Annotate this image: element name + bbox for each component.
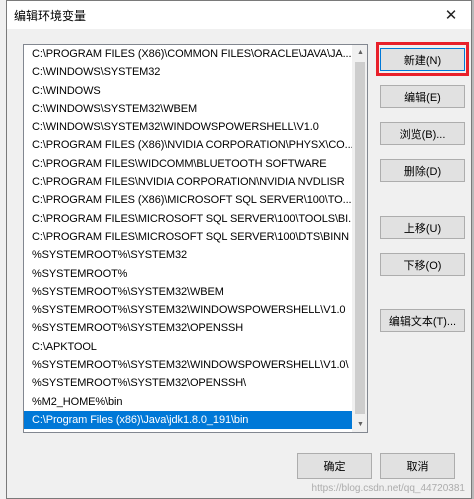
path-list[interactable]: C:\PROGRAM FILES (X86)\COMMON FILES\ORAC…	[23, 44, 368, 433]
path-list-items: C:\PROGRAM FILES (X86)\COMMON FILES\ORAC…	[24, 45, 353, 430]
edit-button[interactable]: 编辑(E)	[380, 85, 465, 108]
path-list-item[interactable]: C:\WINDOWS\SYSTEM32\WBEM	[24, 100, 353, 118]
dialog-title: 编辑环境变量	[14, 8, 87, 23]
scroll-down-icon[interactable]: ▼	[353, 417, 367, 432]
delete-button[interactable]: 删除(D)	[380, 159, 465, 182]
scroll-thumb[interactable]	[355, 62, 365, 414]
move-down-button[interactable]: 下移(O)	[380, 253, 465, 276]
cancel-button[interactable]: 取消	[380, 453, 455, 479]
path-list-item[interactable]: C:\PROGRAM FILES\MICROSOFT SQL SERVER\10…	[24, 210, 353, 228]
path-list-item[interactable]: %M2_HOME%\bin	[24, 393, 353, 411]
title-bar[interactable]: 编辑环境变量 ✕	[7, 1, 471, 29]
browse-button[interactable]: 浏览(B)...	[380, 122, 465, 145]
path-list-item[interactable]: %SYSTEMROOT%\SYSTEM32\WINDOWSPOWERSHELL\…	[24, 301, 353, 319]
edit-environment-variable-dialog: 编辑环境变量 ✕ C:\PROGRAM FILES (X86)\COMMON F…	[6, 0, 472, 499]
path-list-item[interactable]: %SYSTEMROOT%\SYSTEM32	[24, 246, 353, 264]
ok-button[interactable]: 确定	[297, 453, 372, 479]
path-list-item[interactable]: C:\PROGRAM FILES (X86)\NVIDIA CORPORATIO…	[24, 136, 353, 154]
move-up-button[interactable]: 上移(U)	[380, 216, 465, 239]
vertical-scrollbar[interactable]: ▲ ▼	[352, 45, 367, 432]
edit-text-button[interactable]: 编辑文本(T)...	[380, 309, 465, 332]
path-list-item[interactable]: C:\PROGRAM FILES\WIDCOMM\BLUETOOTH SOFTW…	[24, 155, 353, 173]
watermark: https://blog.csdn.net/qq_44720381	[311, 483, 465, 494]
path-list-item[interactable]: C:\WINDOWS\SYSTEM32	[24, 63, 353, 81]
path-list-item[interactable]: %SYSTEMROOT%\SYSTEM32\OPENSSH	[24, 319, 353, 337]
path-list-item[interactable]: C:\PROGRAM FILES (X86)\MICROSOFT SQL SER…	[24, 191, 353, 209]
path-list-item[interactable]: C:\PROGRAM FILES (X86)\COMMON FILES\ORAC…	[24, 45, 353, 63]
path-list-item[interactable]: C:\APKTOOL	[24, 338, 353, 356]
scroll-up-icon[interactable]: ▲	[353, 45, 367, 60]
path-list-item[interactable]: C:\PROGRAM FILES\MICROSOFT SQL SERVER\10…	[24, 228, 353, 246]
new-button[interactable]: 新建(N)	[380, 48, 465, 71]
path-list-item[interactable]: C:\WINDOWS	[24, 82, 353, 100]
path-list-item[interactable]: %SYSTEMROOT%\SYSTEM32\OPENSSH\	[24, 374, 353, 392]
path-list-item[interactable]: %SYSTEMROOT%\SYSTEM32\WINDOWSPOWERSHELL\…	[24, 356, 353, 374]
path-list-item[interactable]: C:\WINDOWS\SYSTEM32\WINDOWSPOWERSHELL\V1…	[24, 118, 353, 136]
path-list-item[interactable]: %SYSTEMROOT%	[24, 265, 353, 283]
path-list-item[interactable]: C:\Program Files (x86)\Java\jdk1.8.0_191…	[24, 410, 353, 430]
path-list-item[interactable]: %SYSTEMROOT%\SYSTEM32\WBEM	[24, 283, 353, 301]
close-icon[interactable]: ✕	[431, 1, 471, 29]
path-list-item[interactable]: C:\PROGRAM FILES\NVIDIA CORPORATION\NVID…	[24, 173, 353, 191]
